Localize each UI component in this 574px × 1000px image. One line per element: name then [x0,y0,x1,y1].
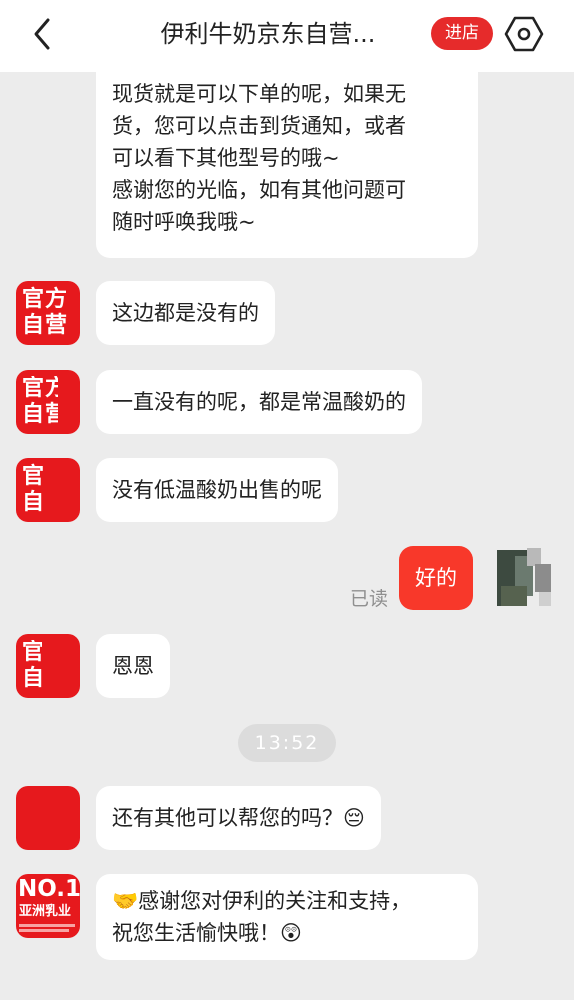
message-bubble-received: 还有其他可以帮您的吗？😔 [96,786,381,850]
official-store-avatar[interactable]: 官 自 [16,458,80,522]
user-avatar[interactable] [495,546,559,610]
message-bubble-received: 这边都是没有的 [96,281,275,345]
brand-title: NO.1 [18,876,80,902]
avatar-text-line1: 官 [22,640,42,665]
message-line: 现货就是可以下单的呢，如果无 [112,82,406,106]
message-bubble-sent: 好的 [399,546,473,610]
top-bar: 伊利牛奶京东自营... 进店 [0,0,574,72]
brand-subtitle: 亚洲乳业 [19,904,72,919]
avatar-text-line2: 自 [22,666,42,691]
chat-title: 伊利牛奶京东自营... [160,20,376,48]
avatar-text-line1: 官方 [22,287,69,312]
message-line: 货，您可以点击到货通知，或者 [112,114,406,138]
official-store-avatar[interactable]: 官方 自营 [16,281,80,345]
message-bubble-received: 恩恩 [96,634,170,698]
official-store-avatar[interactable]: 官方 自营 [16,370,80,434]
brand-avatar[interactable]: NO.1 亚洲乳业 [16,874,80,938]
message-bubble-received: 🤝感谢您对伊利的关注和支持， 祝您生活愉快哦！😲 [96,874,478,960]
message-line: 可以看下其他型号的哦~ [112,146,340,170]
message-bubble-received: 一直没有的呢，都是常温酸奶的 [96,370,422,434]
avatar-text-line1: 官方 [22,376,58,401]
avatar-text-line2: 自营 [22,402,58,427]
timestamp: 13:52 [238,724,336,762]
message-line: 祝您生活愉快哦！😲 [112,921,302,945]
message-line: 🤝感谢您对伊利的关注和支持， [112,889,412,913]
message-bubble-received: 现货就是可以下单的呢，如果无 货，您可以点击到货通知，或者 可以看下其他型号的哦… [96,72,478,258]
read-status: 已读 [350,588,389,610]
brand-fine-print [19,929,69,932]
message-line: 随时呼唤我哦~ [112,210,256,234]
settings-icon[interactable] [504,14,544,54]
official-store-avatar[interactable]: 官 自 [16,634,80,698]
avatar-text-line2: 自 [22,490,46,515]
avatar-text-line1: 官 [22,464,46,489]
enter-shop-button[interactable]: 进店 [431,17,493,50]
message-line: 感谢您的光临，如有其他问题可 [112,178,406,202]
back-arrow-icon[interactable] [26,14,58,54]
brand-fine-print [19,924,75,927]
message-bubble-received: 没有低温酸奶出售的呢 [96,458,338,522]
official-store-avatar[interactable] [16,786,80,850]
avatar-text-line2: 自营 [22,313,69,338]
